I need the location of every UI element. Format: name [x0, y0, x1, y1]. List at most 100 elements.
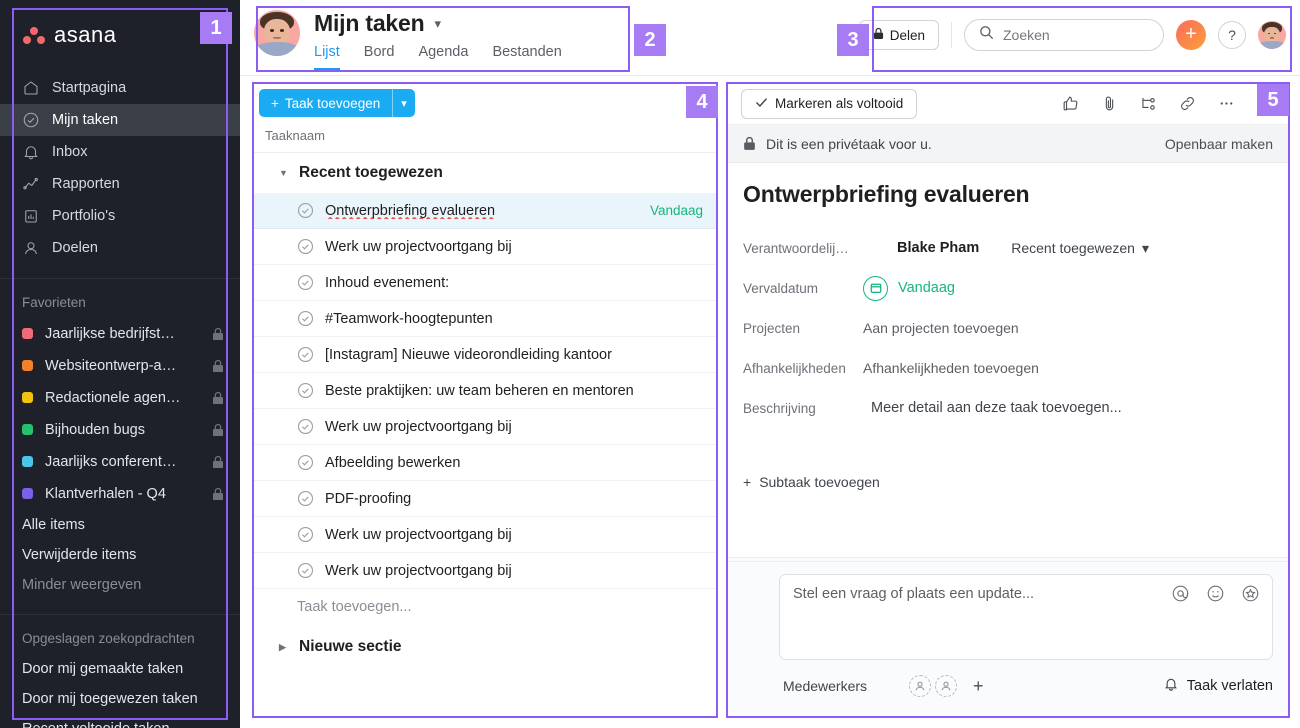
assignee-section-dropdown[interactable]: Recent toegewezen ▾ — [1011, 240, 1149, 257]
project-color-dot — [22, 456, 33, 468]
check-circle-icon[interactable] — [297, 274, 314, 291]
mark-complete-button[interactable]: Markeren als voltooid — [741, 88, 918, 119]
table-row[interactable]: Werk uw projectvoortgang bij — [253, 517, 717, 553]
paperclip-icon[interactable] — [1099, 94, 1119, 114]
field-value[interactable]: Blake Pham Recent toegewezen ▾ — [863, 236, 1149, 260]
caret-right-icon[interactable]: ▶ — [279, 642, 289, 653]
sidebar-deleted-items[interactable]: Verwijderde items — [0, 540, 240, 570]
tab-lijst[interactable]: Lijst — [314, 44, 340, 70]
empty-collaborator-slot[interactable] — [935, 675, 958, 697]
user-avatar[interactable] — [1258, 21, 1286, 49]
check-circle-icon[interactable] — [297, 346, 314, 363]
check-circle-icon[interactable] — [297, 454, 314, 471]
sidebar-nav: Startpagina Mijn taken Inbox Rapporten P… — [0, 72, 240, 264]
chevron-down-icon[interactable]: ▾ — [434, 16, 441, 32]
saved-search-item[interactable]: Recent voltooide taken — [0, 714, 240, 728]
saved-searches-heading: Opgeslagen zoekopdrachten — [22, 630, 195, 646]
project-color-dot — [22, 424, 33, 436]
help-button[interactable]: ? — [1218, 21, 1246, 49]
sidebar-item-portfolios[interactable]: Portfolio's — [0, 200, 240, 232]
tab-agenda[interactable]: Agenda — [418, 44, 468, 70]
sidebar-item-mijn-taken[interactable]: Mijn taken — [0, 104, 240, 136]
projects-value[interactable]: Aan projecten toevoegen — [863, 320, 1019, 336]
mention-icon[interactable] — [1171, 584, 1190, 603]
sidebar-all-items[interactable]: Alle items — [0, 510, 240, 540]
table-row[interactable]: [Instagram] Nieuwe videorondleiding kant… — [253, 337, 717, 373]
check-circle-icon[interactable] — [297, 382, 314, 399]
check-circle-icon[interactable] — [297, 490, 314, 507]
table-row[interactable]: Werk uw projectvoortgang bij — [253, 553, 717, 589]
field-label: Verantwoordelij… — [743, 240, 849, 256]
avatar[interactable] — [881, 674, 905, 698]
check-circle-icon[interactable] — [297, 562, 314, 579]
favorite-item[interactable]: Websiteontwerp-a… — [0, 350, 240, 382]
sidebar-item-rapporten[interactable]: Rapporten — [0, 168, 240, 200]
add-collaborator-button[interactable]: + — [973, 676, 984, 697]
table-row[interactable]: Werk uw projectvoortgang bij — [253, 409, 717, 445]
table-row[interactable]: Werk uw projectvoortgang bij — [253, 229, 717, 265]
share-button[interactable]: Delen — [858, 20, 939, 50]
lock-icon — [873, 27, 884, 43]
check-circle-icon[interactable] — [297, 202, 314, 219]
detail-toolbar: Markeren als voltooid — [727, 83, 1289, 125]
field-value[interactable]: Vandaag — [863, 275, 955, 301]
check-circle-icon[interactable] — [297, 418, 314, 435]
tab-bestanden[interactable]: Bestanden — [492, 44, 561, 70]
table-row[interactable]: Beste praktijken: uw team beheren en men… — [253, 373, 717, 409]
add-subtask-button[interactable]: + Subtaak toevoegen — [743, 474, 1273, 490]
table-row[interactable]: #Teamwork-hoogtepunten — [253, 301, 717, 337]
table-row[interactable]: Afbeelding bewerken — [253, 445, 717, 481]
composer-row: Stel een vraag of plaats een update... — [743, 574, 1273, 660]
header-right: Delen Zoeken + ? — [858, 19, 1286, 51]
sidebar-item-inbox[interactable]: Inbox — [0, 136, 240, 168]
table-row[interactable]: PDF-proofing — [253, 481, 717, 517]
empty-collaborator-slot[interactable] — [909, 675, 932, 697]
favorite-item[interactable]: Redactionele agen… — [0, 382, 240, 414]
make-public-button[interactable]: Openbaar maken — [1165, 136, 1273, 152]
saved-search-item[interactable]: Door mij gemaakte taken — [0, 654, 240, 684]
leave-task-label: Taak verlaten — [1186, 678, 1273, 694]
quick-add-button[interactable]: + — [1176, 20, 1206, 50]
leave-task-button[interactable]: Taak verlaten — [1163, 676, 1273, 696]
section-nieuwe-sectie[interactable]: ▶ Nieuwe sectie — [253, 625, 717, 669]
project-avatar[interactable] — [254, 10, 300, 56]
favorite-label: Jaarlijkse bedrijfst… — [45, 325, 175, 342]
more-horizontal-icon[interactable] — [1216, 94, 1236, 114]
asana-logo[interactable]: asana — [22, 22, 116, 48]
avatar — [743, 576, 769, 602]
favorite-item[interactable]: Jaarlijkse bedrijfst… — [0, 318, 240, 350]
collaborators-row: Medewerkers + Taak verlaten — [743, 674, 1273, 698]
favorite-item[interactable]: Bijhouden bugs — [0, 414, 240, 446]
caret-down-icon[interactable]: ▼ — [279, 168, 289, 178]
description-value[interactable]: Meer detail aan deze taak toevoegen... — [863, 400, 1122, 416]
sidebar-item-label: Mijn taken — [52, 112, 119, 128]
favorite-item[interactable]: Klantverhalen - Q4 — [0, 478, 240, 510]
link-icon[interactable] — [1177, 94, 1197, 114]
chevron-down-icon[interactable]: ▾ — [392, 89, 415, 117]
check-circle-icon[interactable] — [297, 526, 314, 543]
tab-bord[interactable]: Bord — [364, 44, 395, 70]
field-label: Afhankelijkheden — [743, 360, 846, 376]
section-recent-toegewezen[interactable]: ▼ Recent toegewezen — [253, 153, 717, 193]
dependencies-value[interactable]: Afhankelijkheden toevoegen — [863, 360, 1039, 376]
table-row[interactable]: Ontwerpbriefing evalueren Vandaag — [253, 193, 717, 229]
emoji-icon[interactable] — [1206, 584, 1225, 603]
subtask-icon[interactable] — [1138, 94, 1158, 114]
search-input[interactable]: Zoeken — [964, 19, 1164, 51]
sidebar-item-startpagina[interactable]: Startpagina — [0, 72, 240, 104]
header-left: Mijn taken ▾ Lijst Bord Agenda Bestanden — [254, 8, 562, 70]
check-circle-icon[interactable] — [297, 310, 314, 327]
add-task-button[interactable]: + Taak toevoegen ▾ — [259, 89, 415, 117]
task-name: Ontwerpbriefing evalueren — [325, 202, 496, 219]
add-task-main[interactable]: + Taak toevoegen — [259, 89, 392, 117]
check-circle-icon[interactable] — [297, 238, 314, 255]
saved-search-item[interactable]: Door mij toegewezen taken — [0, 684, 240, 714]
thumbs-up-icon[interactable] — [1060, 94, 1080, 114]
sidebar-item-doelen[interactable]: Doelen — [0, 232, 240, 264]
sidebar-show-less[interactable]: Minder weergeven — [0, 570, 240, 600]
favorite-item[interactable]: Jaarlijks conferent… — [0, 446, 240, 478]
add-task-inline[interactable]: Taak toevoegen... — [253, 589, 717, 625]
sticker-icon[interactable] — [1241, 584, 1260, 603]
comment-input[interactable]: Stel een vraag of plaats een update... — [779, 574, 1273, 660]
table-row[interactable]: Inhoud evenement: — [253, 265, 717, 301]
